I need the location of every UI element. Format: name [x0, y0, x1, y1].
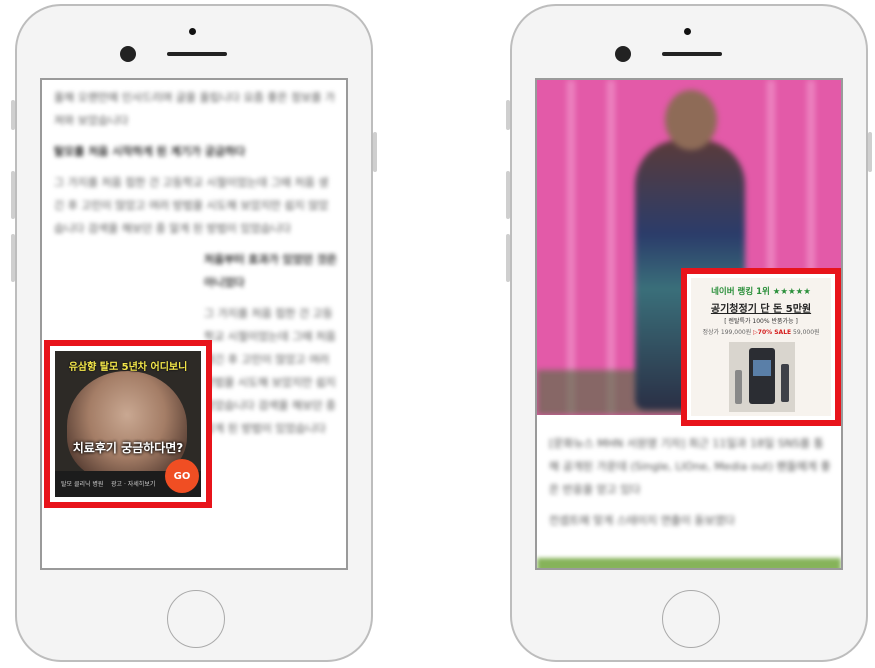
volume-up-button	[11, 171, 15, 219]
front-sensor-icon	[189, 28, 196, 35]
ad-sale-price: 59,000원	[793, 329, 820, 336]
next-image-strip	[537, 558, 841, 568]
ad-headline: 공기청정기 단 돈 5만원	[710, 304, 812, 315]
home-button[interactable]	[662, 590, 720, 648]
ad-sale-badge: ▷70% SALE	[753, 329, 792, 336]
right-phone-screen: [문화뉴스 MHN 서원영 기자] 최근 11일과 18일 SNS를 통해 공개…	[535, 78, 843, 570]
power-button	[868, 132, 872, 172]
front-sensor-icon	[684, 28, 691, 35]
ad-sponsor-label: 탈모 클리닉 병원	[61, 481, 104, 488]
ad-info-label: 광고 · 자세히보기	[111, 481, 156, 488]
home-button[interactable]	[167, 590, 225, 648]
volume-down-button	[506, 234, 510, 282]
left-phone-screen: 올해 오랜만에 인사드리며 글을 올립니다 요즘 좋은 정보를 가져와 보았습니…	[40, 78, 348, 570]
ad-original-price: 정상가 199,000원	[702, 329, 752, 336]
performer-head	[665, 90, 717, 150]
article-paragraph: 컨셉트에 맞게 스테이지 연출이 돋보였다	[549, 514, 736, 527]
mute-switch	[11, 100, 15, 130]
front-camera-icon	[615, 46, 631, 62]
volume-down-button	[11, 234, 15, 282]
article-paragraph: [문화뉴스 MHN 서원영 기자] 최근 11일과 18일 SNS를 통해 공개…	[549, 437, 831, 496]
right-phone-frame: [문화뉴스 MHN 서원영 기자] 최근 11일과 18일 SNS를 통해 공개…	[506, 4, 872, 662]
earpiece-speaker	[662, 52, 722, 56]
article-subheading: 처음부터 효과가 있었던 것은 아니었다	[204, 253, 337, 289]
earpiece-speaker	[167, 52, 227, 56]
right-ad-highlight-box: 네이버 랭킹 1위 ★★★★★ 공기청정기 단 돈 5만원 [ 렌탈특가 100…	[681, 268, 841, 426]
power-button	[373, 132, 377, 172]
front-camera-icon	[120, 46, 136, 62]
ad-headline: 유삼향 탈모 5년차 어디보니	[68, 362, 188, 373]
hair-loss-ad-banner[interactable]: 유삼향 탈모 5년차 어디보니 치료후기 궁금하다면? 탈모 클리닉 병원 광고…	[55, 351, 201, 497]
ad-price-line: 정상가 199,000원 ▷70% SALE 59,000원	[691, 327, 831, 336]
air-purifier-ad-banner[interactable]: 네이버 랭킹 1위 ★★★★★ 공기청정기 단 돈 5만원 [ 렌탈특가 100…	[691, 278, 831, 416]
air-purifier-product-image	[729, 342, 795, 412]
ad-ranking-text: 네이버 랭킹 1위 ★★★★★	[711, 287, 811, 297]
ad-tagline: 치료후기 궁금하다면?	[72, 441, 184, 455]
article-paragraph: 그 가지를 처음 접한 건 고등학교 시절이었는데 그때 처음 생긴 후 고민이…	[54, 176, 329, 235]
article-body: [문화뉴스 MHN 서원영 기자] 최근 11일과 18일 SNS를 통해 공개…	[549, 432, 833, 540]
volume-up-button	[506, 171, 510, 219]
left-ad-highlight-box: 유삼향 탈모 5년차 어디보니 치료후기 궁금하다면? 탈모 클리닉 병원 광고…	[44, 340, 212, 508]
left-phone-frame: 올해 오랜만에 인사드리며 글을 올립니다 요즘 좋은 정보를 가져와 보았습니…	[11, 4, 377, 662]
article-paragraph: 올해 오랜만에 인사드리며 글을 올립니다 요즘 좋은 정보를 가져와 보았습니…	[54, 91, 335, 127]
article-subheading: 탈모를 처음 시작하게 된 계기가 궁금하다	[54, 145, 246, 158]
mute-switch	[506, 100, 510, 130]
ad-go-button[interactable]: GO	[165, 459, 199, 493]
ad-subline: [ 렌탈특가 100% 반품가능 ]	[724, 318, 798, 325]
